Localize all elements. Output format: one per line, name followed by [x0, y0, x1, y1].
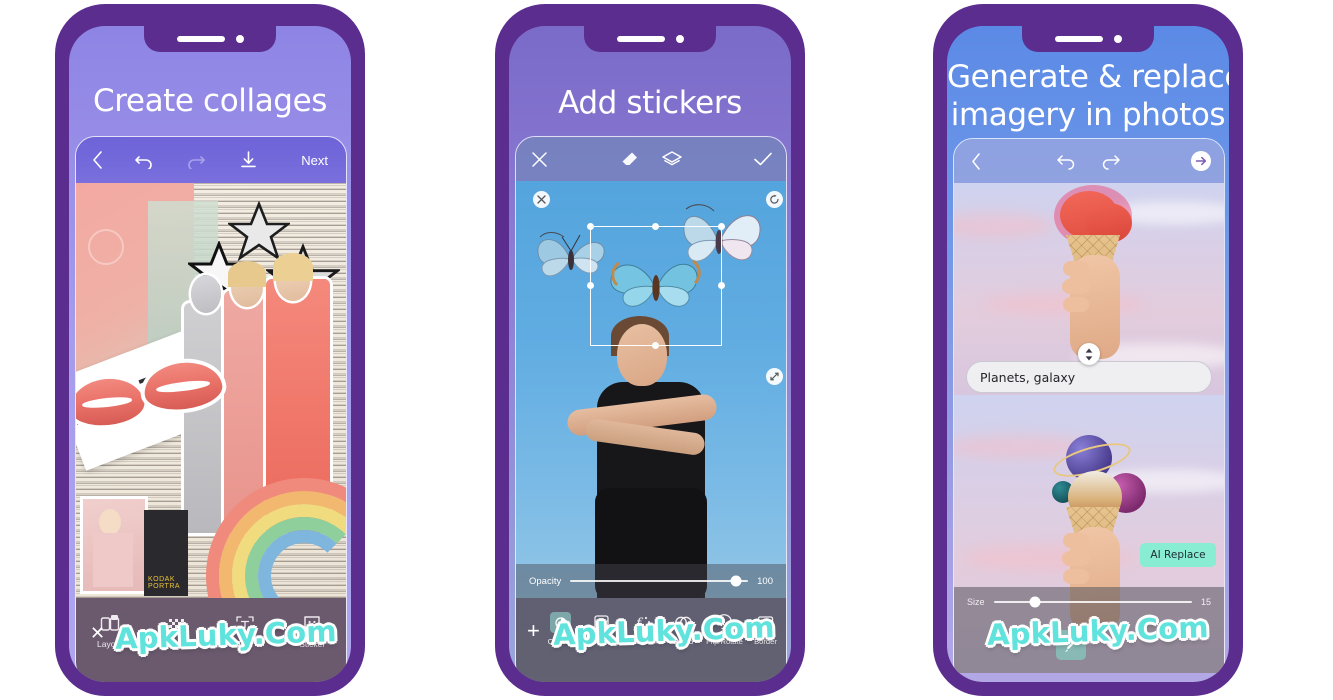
phone-screen-3: Generate & replace imagery in photos Pla… — [947, 26, 1229, 682]
headline-2: Add stickers — [558, 85, 742, 121]
handle-tc[interactable] — [652, 223, 659, 230]
layers-icon[interactable] — [651, 150, 693, 168]
eraser-icon[interactable] — [609, 150, 651, 168]
phone-screen-2: Add stickers Opacity 100 + Opacity Adjus… — [509, 26, 791, 682]
app-card-3: Planets, galaxy AI Replace Size 15 — [953, 138, 1225, 682]
phone-mockup-generate-replace: Generate & replace imagery in photos Pla… — [933, 4, 1243, 696]
camera-dot-icon — [235, 35, 244, 43]
phone-mockup-create-collages: Create collages Next KODAK PORTRA ✕ Layo… — [55, 4, 365, 696]
close-icon[interactable] — [516, 151, 562, 168]
handle-ml[interactable] — [587, 282, 594, 289]
kodak-label: KODAK PORTRA — [148, 576, 181, 590]
finger — [1062, 551, 1090, 566]
opacity-track[interactable] — [570, 575, 749, 587]
headline-3-line1: Generate & replace — [947, 59, 1229, 95]
phone-notch-3 — [1022, 26, 1154, 52]
sticker-delete-button[interactable] — [533, 191, 550, 208]
speaker-bar-icon — [616, 36, 665, 42]
app-card-1: Next KODAK PORTRA ✕ Layout Background Te… — [75, 136, 347, 682]
redo-icon[interactable] — [170, 151, 222, 169]
handle-bc[interactable] — [652, 342, 659, 349]
opacity-value: 100 — [757, 575, 773, 587]
ai-toolbar — [954, 139, 1224, 183]
next-button[interactable]: Next — [301, 153, 328, 168]
sticker-rotate-button[interactable] — [766, 191, 783, 208]
handle-tl[interactable] — [587, 223, 594, 230]
pane-splitter-handle[interactable] — [1078, 343, 1100, 365]
headline-1: Create collages — [93, 83, 327, 119]
speaker-bar-icon — [1054, 36, 1103, 42]
app-card-2: Opacity 100 + Opacity Adjust ƒ Effects B… — [515, 136, 787, 682]
size-knob[interactable] — [1029, 596, 1041, 608]
size-label: Size — [967, 597, 985, 607]
finger — [1063, 297, 1089, 312]
opacity-knob[interactable] — [730, 575, 742, 587]
prompt-input[interactable]: Planets, galaxy — [966, 361, 1212, 393]
speaker-bar-icon — [176, 36, 225, 42]
back-button[interactable] — [954, 152, 998, 170]
sticker-canvas[interactable] — [516, 181, 786, 598]
face-greyscale — [191, 275, 221, 313]
camera-dot-icon — [675, 35, 684, 43]
sticker-toolbar — [516, 137, 786, 181]
film-strip-clipping: KODAK PORTRA — [144, 510, 188, 596]
finger — [1063, 569, 1089, 584]
opacity-slider-row[interactable]: Opacity 100 — [516, 564, 786, 598]
size-value: 15 — [1200, 597, 1211, 607]
phone-screen-1: Create collages Next KODAK PORTRA ✕ Layo… — [69, 26, 351, 682]
phone-mockup-add-stickers: Add stickers Opacity 100 + Opacity Adjus… — [495, 4, 805, 696]
photo-clipping-pink — [80, 496, 148, 594]
hair-blonde-a — [228, 261, 266, 287]
screenshot-stage: Create collages Next KODAK PORTRA ✕ Layo… — [0, 0, 1333, 700]
undo-icon[interactable] — [1044, 153, 1088, 170]
rainbow-sticker — [206, 478, 346, 598]
undo-icon[interactable] — [118, 151, 170, 169]
check-icon[interactable] — [740, 151, 786, 167]
handle-mr[interactable] — [718, 282, 725, 289]
hand — [1062, 255, 1120, 359]
camera-dot-icon — [1113, 35, 1122, 43]
finger — [1063, 533, 1089, 548]
back-button[interactable] — [76, 151, 118, 169]
ai-replace-button[interactable]: AI Replace — [1140, 543, 1216, 567]
arrow-right-circle-icon[interactable] — [1178, 150, 1224, 172]
finger — [1063, 261, 1089, 276]
handle-tr[interactable] — [718, 223, 725, 230]
plus-icon[interactable]: + — [527, 620, 540, 642]
hair-blonde-b — [273, 253, 313, 281]
phone-notch-2 — [584, 26, 716, 52]
phone-notch-1 — [144, 26, 276, 52]
download-icon[interactable] — [222, 151, 274, 169]
finger — [1062, 279, 1090, 294]
updown-arrows-icon — [1085, 348, 1093, 360]
headline-3-line2: imagery in photos — [950, 97, 1226, 133]
collage-canvas[interactable]: AMAZING — [76, 183, 346, 598]
opacity-label: Opacity — [529, 575, 562, 587]
close-icon[interactable]: ✕ — [90, 624, 105, 642]
sticker-selection-frame[interactable] — [533, 191, 783, 385]
prompt-row[interactable]: Planets, galaxy — [954, 361, 1224, 393]
editor-toolbar-1: Next — [76, 137, 346, 183]
size-track[interactable] — [993, 596, 1192, 608]
sticker-resize-button[interactable] — [766, 368, 783, 385]
redo-icon[interactable] — [1088, 153, 1132, 170]
butterfly-sticker-selected[interactable] — [597, 247, 715, 323]
